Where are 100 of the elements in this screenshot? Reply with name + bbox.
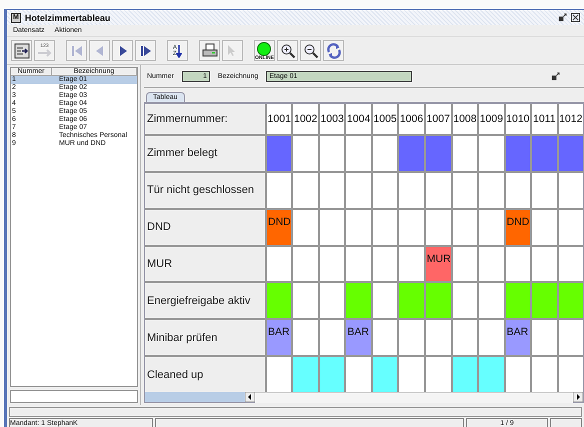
status-cell[interactable] [506,136,530,171]
status-cell[interactable] [479,246,504,282]
status-cell[interactable] [558,246,583,282]
status-cell[interactable] [372,172,398,208]
restore-icon[interactable] [558,13,567,22]
status-cell[interactable] [506,357,530,392]
status-cell[interactable] [452,136,478,171]
status-cell[interactable] [452,357,478,392]
status-cell[interactable] [558,172,583,208]
status-cell[interactable] [479,283,504,318]
status-cell[interactable] [320,210,344,245]
status-cell[interactable] [346,283,371,318]
status-cell[interactable] [372,136,398,171]
status-cell[interactable] [452,283,478,318]
status-cell[interactable] [267,357,292,392]
room-number: 1007 [426,104,451,134]
status-cell[interactable] [506,246,530,282]
status-cell[interactable] [372,210,398,245]
scrollbar-thumb[interactable] [145,392,245,402]
status-cell[interactable] [399,320,424,356]
status-cell[interactable] [399,210,424,245]
status-cell[interactable] [479,172,504,208]
toolbar-button[interactable] [135,40,156,61]
status-cell[interactable]: BAR [506,320,530,356]
status-cell[interactable] [506,283,530,318]
status-cell[interactable] [452,210,478,245]
status-cell[interactable] [293,320,318,356]
status-cell[interactable] [558,357,583,392]
status-cell[interactable] [346,210,371,245]
status-cell[interactable] [452,246,478,282]
status-cell[interactable] [267,172,292,208]
toolbar-button[interactable] [277,40,298,61]
status-cell[interactable] [399,357,424,392]
scroll-left-button[interactable] [245,392,255,402]
status-cell[interactable] [399,172,424,208]
status-cell[interactable] [532,246,557,282]
status-cell[interactable] [399,246,424,282]
status-cell[interactable] [426,283,451,318]
status-cell[interactable] [346,172,371,208]
status-cell[interactable] [346,357,371,392]
restore-icon[interactable] [551,72,560,80]
status-cell[interactable]: DND [267,210,292,245]
status-cell[interactable] [479,210,504,245]
status-cell[interactable] [532,172,557,208]
status-cell[interactable]: MUR [426,246,451,282]
status-cell[interactable] [532,283,557,318]
status-cell[interactable] [532,320,557,356]
status-cell[interactable] [399,283,424,318]
status-cell[interactable] [293,283,318,318]
status-cell[interactable] [293,246,318,282]
status-cell[interactable]: BAR [346,320,371,356]
status-cell[interactable] [506,172,530,208]
status-cell[interactable] [372,357,398,392]
status-cell[interactable] [558,283,583,318]
status-cell[interactable] [267,246,292,282]
toolbar-button[interactable] [11,40,32,61]
status-cell[interactable] [558,320,583,356]
status-cell[interactable] [320,357,344,392]
status-cell[interactable] [452,320,478,356]
status-cell[interactable]: DND [506,210,530,245]
status-cell[interactable] [346,136,371,171]
status-cell[interactable] [479,136,504,171]
status-cell[interactable] [320,246,344,282]
status-cell[interactable] [293,357,318,392]
status-cell[interactable] [426,357,451,392]
status-cell[interactable] [293,172,318,208]
status-cell[interactable] [267,136,292,171]
toolbar-button[interactable] [300,40,321,61]
status-cell[interactable] [426,320,451,356]
status-cell[interactable] [532,357,557,392]
status-cell[interactable] [479,357,504,392]
status-cell[interactable] [532,210,557,245]
status-cell[interactable] [346,246,371,282]
toolbar-button[interactable] [112,40,133,61]
status-cell[interactable] [558,136,583,171]
status-cell[interactable] [372,283,398,318]
status-cell[interactable] [372,246,398,282]
status-cell[interactable]: BAR [267,320,292,356]
status-cell[interactable] [293,210,318,245]
status-cell[interactable] [452,172,478,208]
status-cell[interactable] [558,210,583,245]
status-cell[interactable] [267,283,292,318]
status-cell[interactable] [479,320,504,356]
room-number: 1008 [452,104,478,134]
scroll-right-button[interactable] [573,392,583,402]
status-cell[interactable] [426,210,451,245]
status-cell[interactable] [320,136,344,171]
status-cell[interactable] [426,136,451,171]
status-cell[interactable] [320,172,344,208]
status-cell[interactable] [426,172,451,208]
status-cell[interactable] [532,136,557,171]
status-cell[interactable] [320,320,344,356]
status-cell[interactable] [372,320,398,356]
status-cell[interactable] [320,283,344,318]
input-field[interactable] [10,390,138,403]
close-icon[interactable] [571,13,580,22]
toolbar-button[interactable] [199,40,220,61]
status-cell[interactable] [399,136,424,171]
status-cell[interactable] [293,136,318,171]
row-header: MUR [145,246,265,282]
